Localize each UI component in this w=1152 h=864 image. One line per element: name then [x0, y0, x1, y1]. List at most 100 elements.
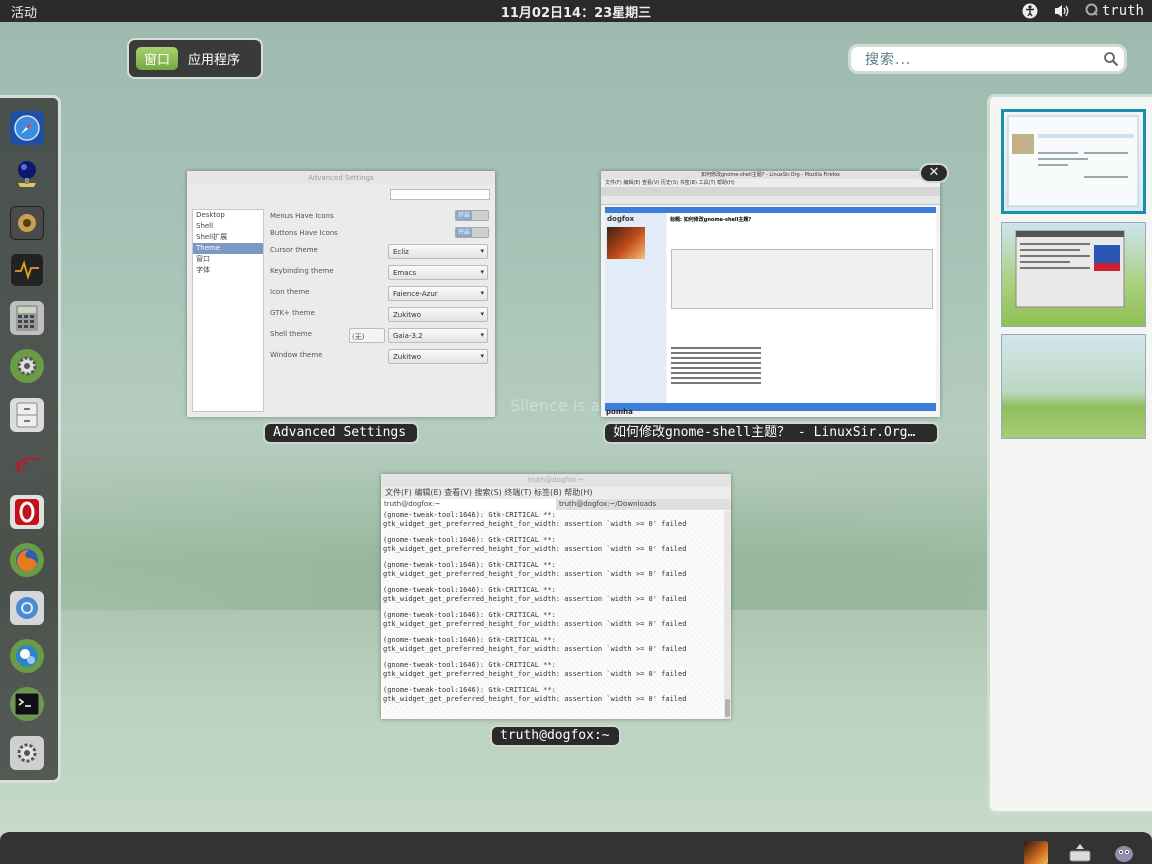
removable-drive-icon[interactable]: [1068, 841, 1092, 864]
dash: e: [0, 95, 61, 783]
rhythmbox-icon[interactable]: [1024, 841, 1048, 864]
setting-row: Icon theme Faience-Azur: [269, 285, 489, 306]
settings-gear-icon[interactable]: [10, 349, 44, 383]
setting-label: Window theme: [270, 351, 323, 359]
window-caption-advanced-settings[interactable]: Advanced Settings: [263, 422, 419, 444]
workspace-thumbnail-3[interactable]: [1001, 334, 1146, 439]
chromium-browser-icon[interactable]: [10, 591, 44, 625]
tab-windows[interactable]: 窗口: [136, 47, 179, 70]
pidgin-icon[interactable]: [1112, 841, 1136, 864]
setting-label: Buttons Have Icons: [270, 229, 338, 237]
forum-post: 标题: 如何修改gnome-shell主题?: [667, 213, 936, 403]
setting-combo[interactable]: Zukitwo: [388, 307, 488, 322]
sidebar-item[interactable]: 窗口: [193, 254, 263, 265]
workspace-thumbnail-2[interactable]: [1001, 222, 1146, 327]
setting-label: Cursor theme: [270, 246, 318, 254]
site-name-bottom: pomha: [606, 408, 633, 416]
firefox-browser-icon[interactable]: [10, 543, 44, 577]
setting-combo[interactable]: Gaia-3.2: [388, 328, 488, 343]
output-line: (gnome-tweak-tool:1646): Gtk-CRITICAL **…: [383, 586, 687, 603]
epiphany-browser-icon[interactable]: e: [10, 446, 44, 480]
sidebar-item[interactable]: Desktop: [193, 210, 263, 221]
file-cabinet-icon[interactable]: [10, 398, 44, 432]
volume-icon[interactable]: [1053, 2, 1071, 20]
setting-switch[interactable]: 开启: [455, 210, 489, 221]
setting-combo[interactable]: Faience-Azur: [388, 286, 488, 301]
tab-applications[interactable]: 应用程序: [188, 49, 240, 68]
menu-bar[interactable]: 文件(F) 编辑(E) 查看(V) 搜索(S) 终端(T) 标签(B) 帮助(H…: [381, 487, 731, 499]
setting-row: Buttons Have Icons 开启: [269, 226, 489, 243]
settings-sidebar: Desktop Shell Shell扩展 Theme 窗口 字体: [192, 209, 264, 412]
workspace-thumbnail-1[interactable]: [1001, 109, 1146, 214]
user-menu[interactable]: truth: [1085, 3, 1144, 20]
post-title: 标题: 如何修改gnome-shell主题?: [670, 217, 752, 223]
setting-row: Keybinding theme Emacs: [269, 264, 489, 285]
system-monitor-icon[interactable]: [10, 253, 44, 287]
messenger-icon[interactable]: [10, 639, 44, 673]
site-name: dogfox: [607, 215, 635, 223]
setting-row: Menus Have Icons 开启: [269, 209, 489, 226]
terminal-window[interactable]: truth@dogfox:~ 文件(F) 编辑(E) 查看(V) 搜索(S) 终…: [381, 474, 731, 719]
setting-combo[interactable]: Emacs: [388, 265, 488, 280]
setting-label: Menus Have Icons: [270, 212, 334, 220]
terminal-icon[interactable]: [10, 687, 44, 721]
scrollbar-thumb[interactable]: [725, 699, 730, 717]
advanced-settings-window[interactable]: Advanced Settings Desktop Shell Shell扩展 …: [187, 171, 495, 417]
terminal-tabs: truth@dogfox:~ truth@dogfox:~/Downloads: [381, 499, 731, 510]
tab-strip[interactable]: [601, 187, 940, 196]
view-selector: 窗口 应用程序: [127, 38, 263, 79]
setting-combo[interactable]: Zukitwo: [388, 349, 488, 364]
switch-label: 开启: [456, 211, 472, 220]
search-icon: [1098, 47, 1124, 71]
search-entry[interactable]: 搜索...: [848, 44, 1127, 74]
message-tray: [0, 830, 1152, 864]
sidebar-item[interactable]: Shell扩展: [193, 232, 263, 243]
output-line: (gnome-tweak-tool:1646): Gtk-CRITICAL **…: [383, 536, 687, 553]
workspace-switcher: [987, 94, 1152, 814]
settings-list: Menus Have Icons 开启 Buttons Have Icons 开…: [269, 209, 489, 369]
switch-label: 开启: [456, 228, 472, 237]
url-bar[interactable]: [601, 196, 940, 205]
setting-label: Shell theme: [270, 330, 312, 338]
setting-combo[interactable]: Ecliz: [388, 244, 488, 259]
menu-bar[interactable]: 文件(F) 编辑(E) 查看(V) 历史(S) 书签(B) 工具(T) 帮助(H…: [601, 179, 940, 187]
calculator-icon[interactable]: [10, 301, 44, 335]
output-line: (gnome-tweak-tool:1646): Gtk-CRITICAL **…: [383, 636, 687, 653]
setting-row: Cursor theme Ecliz: [269, 243, 489, 264]
search-input[interactable]: 搜索...: [865, 49, 1098, 69]
setting-label: Keybinding theme: [270, 267, 334, 275]
output-line: (gnome-tweak-tool:1646): Gtk-CRITICAL **…: [383, 511, 687, 528]
sound-recorder-icon[interactable]: [10, 158, 44, 192]
reset-theme-button[interactable]: (无): [349, 328, 385, 343]
close-window-button[interactable]: ✕: [919, 163, 949, 183]
output-line: (gnome-tweak-tool:1646): Gtk-CRITICAL **…: [383, 611, 687, 628]
window-caption-terminal[interactable]: truth@dogfox:~: [490, 725, 621, 747]
window-title: truth@dogfox:~: [381, 474, 731, 487]
accessibility-icon[interactable]: [1021, 2, 1039, 20]
top-panel: 活动 11月02日14：23星期三 truth: [0, 0, 1152, 22]
window-title: 如何修改gnome-shell主题? - LinuxSir.Org - Mozi…: [601, 171, 940, 179]
setting-row: GTK+ theme Zukitwo: [269, 306, 489, 327]
close-icon: ✕: [928, 165, 940, 180]
setting-switch[interactable]: 开启: [455, 227, 489, 238]
tab-downloads[interactable]: truth@dogfox:~/Downloads: [556, 499, 731, 510]
sidebar-item-selected[interactable]: Theme: [193, 243, 263, 254]
tab-home[interactable]: truth@dogfox:~: [381, 499, 556, 510]
scrollbar[interactable]: [724, 511, 731, 719]
window-title: Advanced Settings: [187, 171, 495, 185]
terminal-output[interactable]: (gnome-tweak-tool:1646): Gtk-CRITICAL **…: [383, 511, 723, 719]
opera-browser-icon[interactable]: [10, 495, 44, 529]
speaker-icon[interactable]: [10, 206, 44, 240]
sidebar-item[interactable]: 字体: [193, 265, 263, 276]
safari-compass-icon[interactable]: [10, 111, 44, 145]
clock[interactable]: 11月02日14：23星期三: [0, 2, 1152, 21]
forum-user-panel: dogfox: [605, 213, 666, 403]
forum-footer-bar: [605, 403, 936, 411]
window-caption-firefox[interactable]: 如何修改gnome-shell主题？ - LinuxSir.Org…: [603, 422, 939, 444]
firefox-window[interactable]: 如何修改gnome-shell主题? - LinuxSir.Org - Mozi…: [601, 171, 940, 417]
tweak-tool-icon[interactable]: [10, 736, 44, 770]
output-line: (gnome-tweak-tool:1646): Gtk-CRITICAL **…: [383, 561, 687, 578]
avatar: [607, 227, 645, 259]
sidebar-item[interactable]: Shell: [193, 221, 263, 232]
search-input[interactable]: [390, 189, 490, 200]
